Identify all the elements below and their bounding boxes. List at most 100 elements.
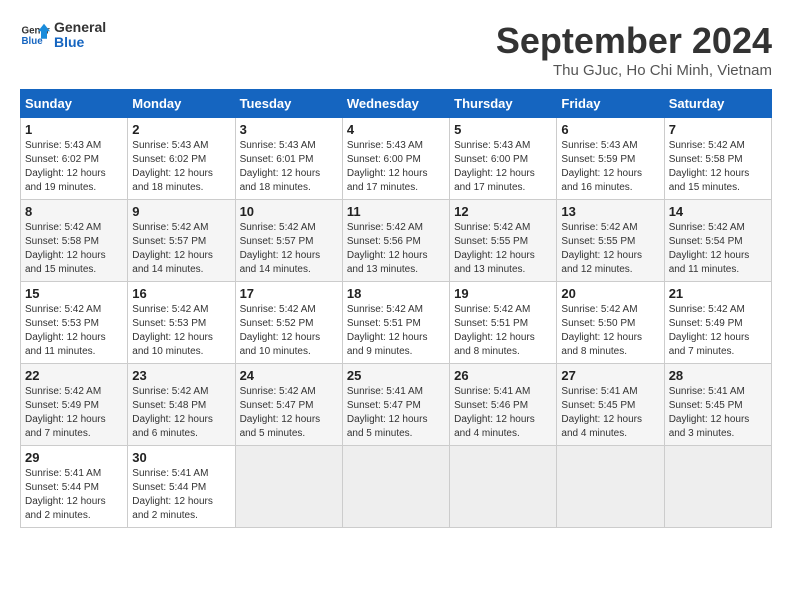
week-row-3: 15 Sunrise: 5:42 AMSunset: 5:53 PMDayligh…	[21, 282, 772, 364]
day-number: 26	[454, 368, 552, 383]
calendar-cell	[557, 446, 664, 528]
header-thursday: Thursday	[450, 90, 557, 118]
logo-wordmark: General Blue	[54, 20, 106, 51]
calendar-table: SundayMondayTuesdayWednesdayThursdayFrid…	[20, 89, 772, 528]
day-number: 3	[240, 122, 338, 137]
day-info: Sunrise: 5:42 AMSunset: 5:47 PMDaylight:…	[240, 385, 338, 441]
day-info: Sunrise: 5:42 AMSunset: 5:49 PMDaylight:…	[669, 303, 767, 359]
day-info: Sunrise: 5:42 AMSunset: 5:58 PMDaylight:…	[669, 139, 767, 195]
header-sunday: Sunday	[21, 90, 128, 118]
day-number: 30	[132, 450, 230, 465]
week-row-4: 22 Sunrise: 5:42 AMSunset: 5:49 PMDayligh…	[21, 364, 772, 446]
day-number: 23	[132, 368, 230, 383]
header-saturday: Saturday	[664, 90, 771, 118]
calendar-cell: 6Sunrise: 5:43 AMSunset: 5:59 PMDaylight…	[557, 118, 664, 200]
day-info: Sunrise: 5:42 AMSunset: 5:53 PMDaylight:…	[132, 303, 230, 359]
calendar-cell: 29 Sunrise: 5:41 AMSunset: 5:44 PMDayligh…	[21, 446, 128, 528]
calendar-cell: 28 Sunrise: 5:41 AMSunset: 5:45 PMDayligh…	[664, 364, 771, 446]
calendar-title: September 2024	[496, 20, 772, 62]
day-number: 25	[347, 368, 445, 383]
header-friday: Friday	[557, 90, 664, 118]
day-info: Sunrise: 5:41 AMSunset: 5:44 PMDaylight:…	[25, 467, 123, 523]
day-info: Sunrise: 5:42 AMSunset: 5:49 PMDaylight:…	[25, 385, 123, 441]
calendar-header-row: SundayMondayTuesdayWednesdayThursdayFrid…	[21, 90, 772, 118]
day-info: Sunrise: 5:42 AMSunset: 5:51 PMDaylight:…	[454, 303, 552, 359]
svg-text:Blue: Blue	[22, 36, 44, 47]
calendar-cell: 15Sunrise: 5:42 AMSunset: 5:53 PMDayligh…	[21, 282, 128, 364]
day-number: 2	[132, 122, 230, 137]
day-number: 20	[561, 286, 659, 301]
day-info: Sunrise: 5:43 AMSunset: 6:02 PMDaylight:…	[25, 139, 123, 195]
day-number: 9	[132, 204, 230, 219]
logo-line1: General	[54, 20, 106, 35]
day-number: 22	[25, 368, 123, 383]
day-info: Sunrise: 5:42 AMSunset: 5:55 PMDaylight:…	[561, 221, 659, 277]
day-info: Sunrise: 5:42 AMSunset: 5:58 PMDaylight:…	[25, 221, 123, 277]
calendar-cell: 30 Sunrise: 5:41 AMSunset: 5:44 PMDayligh…	[128, 446, 235, 528]
calendar-subtitle: Thu GJuc, Ho Chi Minh, Vietnam	[496, 62, 772, 79]
day-number: 24	[240, 368, 338, 383]
day-info: Sunrise: 5:42 AMSunset: 5:54 PMDaylight:…	[669, 221, 767, 277]
day-number: 19	[454, 286, 552, 301]
week-row-1: 1 Sunrise: 5:43 AMSunset: 6:02 PMDaylight…	[21, 118, 772, 200]
calendar-cell: 16Sunrise: 5:42 AMSunset: 5:53 PMDayligh…	[128, 282, 235, 364]
day-info: Sunrise: 5:41 AMSunset: 5:45 PMDaylight:…	[669, 385, 767, 441]
day-number: 11	[347, 204, 445, 219]
day-number: 6	[561, 122, 659, 137]
day-info: Sunrise: 5:43 AMSunset: 6:02 PMDaylight:…	[132, 139, 230, 195]
day-number: 18	[347, 286, 445, 301]
day-info: Sunrise: 5:41 AMSunset: 5:45 PMDaylight:…	[561, 385, 659, 441]
day-number: 28	[669, 368, 767, 383]
calendar-cell: 22 Sunrise: 5:42 AMSunset: 5:49 PMDayligh…	[21, 364, 128, 446]
day-info: Sunrise: 5:42 AMSunset: 5:57 PMDaylight:…	[240, 221, 338, 277]
day-number: 4	[347, 122, 445, 137]
header-monday: Monday	[128, 90, 235, 118]
week-row-2: 8Sunrise: 5:42 AMSunset: 5:58 PMDaylight…	[21, 200, 772, 282]
day-number: 10	[240, 204, 338, 219]
calendar-cell: 3Sunrise: 5:43 AMSunset: 6:01 PMDaylight…	[235, 118, 342, 200]
day-number: 14	[669, 204, 767, 219]
day-info: Sunrise: 5:42 AMSunset: 5:56 PMDaylight:…	[347, 221, 445, 277]
calendar-cell	[235, 446, 342, 528]
calendar-cell	[450, 446, 557, 528]
day-info: Sunrise: 5:42 AMSunset: 5:55 PMDaylight:…	[454, 221, 552, 277]
calendar-cell: 10 Sunrise: 5:42 AMSunset: 5:57 PMDayligh…	[235, 200, 342, 282]
calendar-cell: 4 Sunrise: 5:43 AMSunset: 6:00 PMDaylight…	[342, 118, 449, 200]
day-number: 12	[454, 204, 552, 219]
calendar-cell: 17 Sunrise: 5:42 AMSunset: 5:52 PMDayligh…	[235, 282, 342, 364]
logo-line2: Blue	[54, 35, 106, 50]
page-header: General Blue General Blue September 2024…	[20, 20, 772, 79]
day-info: Sunrise: 5:42 AMSunset: 5:57 PMDaylight:…	[132, 221, 230, 277]
title-section: September 2024 Thu GJuc, Ho Chi Minh, Vi…	[496, 20, 772, 79]
day-info: Sunrise: 5:42 AMSunset: 5:48 PMDaylight:…	[132, 385, 230, 441]
day-number: 13	[561, 204, 659, 219]
calendar-cell: 27 Sunrise: 5:41 AMSunset: 5:45 PMDayligh…	[557, 364, 664, 446]
day-info: Sunrise: 5:42 AMSunset: 5:50 PMDaylight:…	[561, 303, 659, 359]
calendar-cell: 23 Sunrise: 5:42 AMSunset: 5:48 PMDayligh…	[128, 364, 235, 446]
day-info: Sunrise: 5:42 AMSunset: 5:52 PMDaylight:…	[240, 303, 338, 359]
calendar-cell: 1 Sunrise: 5:43 AMSunset: 6:02 PMDaylight…	[21, 118, 128, 200]
day-number: 1	[25, 122, 123, 137]
calendar-cell: 21 Sunrise: 5:42 AMSunset: 5:49 PMDayligh…	[664, 282, 771, 364]
calendar-cell: 19 Sunrise: 5:42 AMSunset: 5:51 PMDayligh…	[450, 282, 557, 364]
header-wednesday: Wednesday	[342, 90, 449, 118]
calendar-cell: 2 Sunrise: 5:43 AMSunset: 6:02 PMDaylight…	[128, 118, 235, 200]
day-number: 21	[669, 286, 767, 301]
day-number: 17	[240, 286, 338, 301]
day-number: 27	[561, 368, 659, 383]
day-number: 15	[25, 286, 123, 301]
day-number: 7	[669, 122, 767, 137]
calendar-cell	[342, 446, 449, 528]
calendar-cell: 11 Sunrise: 5:42 AMSunset: 5:56 PMDayligh…	[342, 200, 449, 282]
calendar-cell: 20 Sunrise: 5:42 AMSunset: 5:50 PMDayligh…	[557, 282, 664, 364]
day-info: Sunrise: 5:41 AMSunset: 5:47 PMDaylight:…	[347, 385, 445, 441]
calendar-cell: 8Sunrise: 5:42 AMSunset: 5:58 PMDaylight…	[21, 200, 128, 282]
day-info: Sunrise: 5:41 AMSunset: 5:44 PMDaylight:…	[132, 467, 230, 523]
week-row-5: 29 Sunrise: 5:41 AMSunset: 5:44 PMDayligh…	[21, 446, 772, 528]
day-number: 29	[25, 450, 123, 465]
calendar-cell: 25 Sunrise: 5:41 AMSunset: 5:47 PMDayligh…	[342, 364, 449, 446]
day-info: Sunrise: 5:43 AMSunset: 6:00 PMDaylight:…	[347, 139, 445, 195]
header-tuesday: Tuesday	[235, 90, 342, 118]
calendar-cell: 14 Sunrise: 5:42 AMSunset: 5:54 PMDayligh…	[664, 200, 771, 282]
calendar-cell: 24 Sunrise: 5:42 AMSunset: 5:47 PMDayligh…	[235, 364, 342, 446]
